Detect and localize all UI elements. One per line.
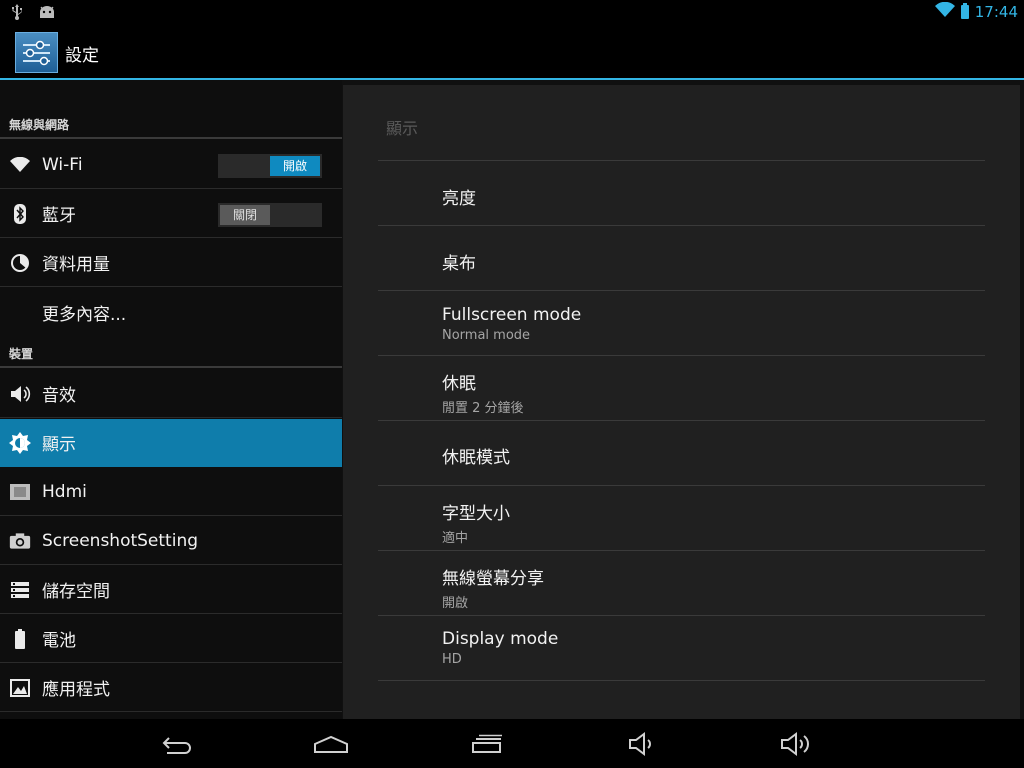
sidebar-item-label: Hdmi xyxy=(42,481,87,502)
pref-title: Fullscreen mode xyxy=(442,305,582,325)
toggle-label: 關閉 xyxy=(220,205,270,225)
sidebar-item-storage[interactable]: 儲存空間 xyxy=(0,566,342,614)
divider xyxy=(378,615,985,616)
divider xyxy=(378,680,985,681)
sidebar-item-more[interactable]: 更多內容... xyxy=(0,288,342,336)
pref-summary: 適中 xyxy=(442,531,469,546)
usb-icon xyxy=(10,4,24,24)
divider xyxy=(378,225,985,226)
sidebar-item-label: 電池 xyxy=(42,631,76,651)
hdmi-icon xyxy=(9,481,31,503)
data-usage-icon xyxy=(9,252,31,274)
sidebar-item-bluetooth[interactable]: 藍牙 關閉 xyxy=(0,190,342,238)
sidebar-item-data-usage[interactable]: 資料用量 xyxy=(0,239,342,287)
sidebar-item-label: ScreenshotSetting xyxy=(42,530,199,551)
action-bar: 設定 xyxy=(0,25,1024,80)
pref-wireless-display[interactable]: 無線螢幕分享 開啟 xyxy=(442,564,982,611)
sidebar-item-hdmi[interactable]: Hdmi xyxy=(0,468,342,516)
pref-summary: Normal mode xyxy=(442,328,531,343)
pref-sleep[interactable]: 休眠 閒置 2 分鐘後 xyxy=(442,369,982,416)
pref-wallpaper[interactable]: 桌布 xyxy=(442,249,982,274)
sidebar-item-display[interactable]: 顯示 xyxy=(0,419,342,467)
battery-icon xyxy=(9,628,31,650)
main-content: 無線與網路 Wi-Fi 開啟 藍牙 關閉 資料用量 更多內容... 裝置 音效 … xyxy=(0,80,1024,719)
sidebar-item-screenshot[interactable]: ScreenshotSetting xyxy=(0,517,342,565)
page-title: 設定 xyxy=(65,46,99,66)
home-icon[interactable] xyxy=(313,731,349,757)
settings-sliders-icon[interactable] xyxy=(15,32,58,73)
pref-summary: HD xyxy=(442,652,462,667)
pref-summary: 開啟 xyxy=(442,596,469,611)
pref-font-size[interactable]: 字型大小 適中 xyxy=(442,499,982,546)
pref-fullscreen-mode[interactable]: Fullscreen mode Normal mode xyxy=(442,305,982,343)
divider xyxy=(378,355,985,356)
sidebar-item-label: Wi-Fi xyxy=(42,154,83,175)
pref-summary: 閒置 2 分鐘後 xyxy=(442,401,524,416)
sidebar-item-label: 應用程式 xyxy=(42,680,110,700)
speaker-icon xyxy=(9,383,31,405)
apps-icon xyxy=(9,677,31,699)
volume-up-icon[interactable] xyxy=(778,731,814,757)
wifi-icon xyxy=(9,154,31,176)
sidebar-item-label: 藍牙 xyxy=(42,206,76,226)
divider xyxy=(378,290,985,291)
bluetooth-toggle[interactable]: 關閉 xyxy=(218,203,322,227)
status-bar: 17:44 xyxy=(0,0,1024,25)
detail-pane: 顯示 亮度 桌布 Fullscreen mode Normal mode 休眠 … xyxy=(343,85,1020,719)
navigation-bar xyxy=(0,719,1024,768)
settings-sidebar: 無線與網路 Wi-Fi 開啟 藍牙 關閉 資料用量 更多內容... 裝置 音效 … xyxy=(0,80,342,719)
detail-title: 顯示 xyxy=(386,119,419,138)
sidebar-item-label: 音效 xyxy=(42,386,76,406)
sidebar-item-wifi[interactable]: Wi-Fi 開啟 xyxy=(0,141,342,189)
clock: 17:44 xyxy=(974,2,1018,21)
recent-apps-icon[interactable] xyxy=(469,731,505,757)
sidebar-item-label: 儲存空間 xyxy=(42,582,110,602)
pref-display-mode[interactable]: Display mode HD xyxy=(442,629,982,667)
sidebar-item-label: 資料用量 xyxy=(42,255,110,275)
sidebar-item-label: 顯示 xyxy=(42,435,76,455)
divider xyxy=(378,485,985,486)
pref-title: 休眠 xyxy=(442,374,476,394)
section-header-device: 裝置 xyxy=(0,345,342,368)
divider xyxy=(378,160,985,161)
camera-icon xyxy=(9,530,31,552)
pref-brightness[interactable]: 亮度 xyxy=(442,184,982,209)
toggle-label: 開啟 xyxy=(270,156,320,176)
wifi-signal-icon xyxy=(934,1,955,21)
storage-icon xyxy=(9,579,31,601)
brightness-icon xyxy=(9,431,31,454)
bluetooth-icon xyxy=(9,203,31,225)
sidebar-item-apps[interactable]: 應用程式 xyxy=(0,664,342,712)
back-icon[interactable] xyxy=(159,731,195,757)
android-debug-icon xyxy=(38,5,56,24)
sidebar-item-battery[interactable]: 電池 xyxy=(0,615,342,663)
battery-icon xyxy=(960,3,969,19)
pref-title: 字型大小 xyxy=(442,504,510,524)
divider xyxy=(378,420,985,421)
volume-down-icon[interactable] xyxy=(624,731,660,757)
divider xyxy=(378,550,985,551)
pref-title: 桌布 xyxy=(442,254,476,274)
section-header-wireless: 無線與網路 xyxy=(0,116,342,139)
pref-title: 休眠模式 xyxy=(442,448,510,468)
pref-daydream[interactable]: 休眠模式 xyxy=(442,443,982,468)
sidebar-item-label: 更多內容... xyxy=(42,304,127,325)
pref-title: 無線螢幕分享 xyxy=(442,569,544,589)
sidebar-item-sound[interactable]: 音效 xyxy=(0,370,342,418)
pref-title: 亮度 xyxy=(442,189,476,209)
pref-title: Display mode xyxy=(442,629,559,649)
wifi-toggle[interactable]: 開啟 xyxy=(218,154,322,178)
